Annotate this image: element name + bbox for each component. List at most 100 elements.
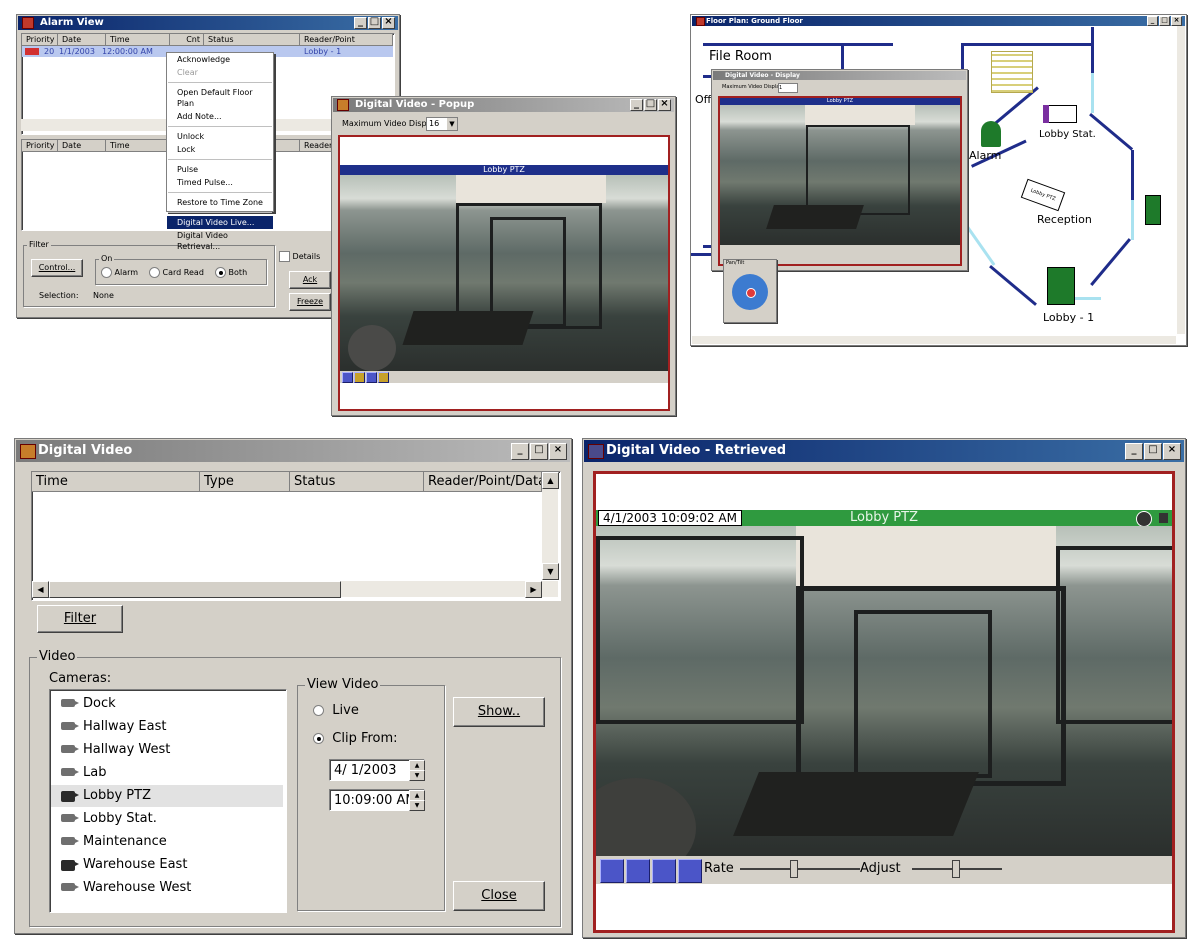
scroll-right-arrow[interactable]: ▶ bbox=[525, 581, 542, 598]
col-time[interactable]: Time bbox=[32, 472, 200, 492]
lobby-stat-camera-icon[interactable] bbox=[1045, 105, 1077, 123]
close-button[interactable]: × bbox=[382, 17, 395, 29]
col-priority-2[interactable]: Priority bbox=[22, 140, 58, 152]
inner-display-titlebar[interactable]: Digital Video - Display bbox=[713, 71, 966, 80]
details-check[interactable] bbox=[279, 251, 290, 262]
digital-video-titlebar[interactable]: Digital Video _ □ × bbox=[16, 440, 570, 462]
col-date-2[interactable]: Date bbox=[58, 140, 106, 152]
camera-list-item[interactable]: Lab bbox=[51, 762, 283, 784]
snapshot-icon[interactable] bbox=[378, 372, 389, 383]
maximize-button[interactable]: □ bbox=[644, 99, 657, 111]
popup-titlebar[interactable]: Digital Video - Popup _ □ × bbox=[333, 98, 674, 112]
alarm-view-titlebar[interactable]: Alarm View _ □ × bbox=[18, 16, 398, 30]
show-button[interactable]: Show.. bbox=[453, 697, 545, 727]
max-displays-select[interactable]: 16 ▼ bbox=[426, 117, 458, 131]
alarm-icon[interactable] bbox=[981, 121, 1001, 147]
menu-digital-video-live[interactable]: Digital Video Live... bbox=[167, 216, 273, 229]
filter-button[interactable]: Filter bbox=[37, 605, 123, 633]
control-button[interactable]: Control... bbox=[31, 259, 83, 277]
alarm-radio-dot[interactable] bbox=[101, 267, 112, 278]
menu-lock[interactable]: Lock bbox=[167, 143, 273, 156]
scroll-left-arrow[interactable]: ◀ bbox=[32, 581, 49, 598]
minimize-button[interactable]: _ bbox=[511, 443, 529, 460]
rate-slider[interactable] bbox=[740, 868, 860, 870]
maximize-button[interactable]: □ bbox=[1159, 16, 1170, 26]
col-status[interactable]: Status bbox=[290, 472, 424, 492]
col-type[interactable]: Type bbox=[200, 472, 290, 492]
close-button[interactable]: × bbox=[658, 99, 671, 111]
play-icon[interactable] bbox=[652, 859, 676, 883]
menu-clear[interactable]: Clear bbox=[167, 66, 273, 79]
adjust-slider-thumb[interactable] bbox=[952, 860, 960, 878]
details-checkbox[interactable]: Details bbox=[279, 251, 320, 262]
scroll-down-arrow[interactable]: ▼ bbox=[542, 563, 559, 580]
menu-digital-video-retrieval[interactable]: Digital Video Retrieval... bbox=[167, 229, 273, 253]
film-reel-icon[interactable] bbox=[1136, 511, 1152, 527]
menu-pulse[interactable]: Pulse bbox=[167, 163, 273, 176]
col-cnt[interactable]: Cnt bbox=[170, 34, 204, 46]
menu-restore-time-zone[interactable]: Restore to Time Zone bbox=[167, 196, 273, 209]
step-forward-icon[interactable] bbox=[626, 859, 650, 883]
camera-icon[interactable] bbox=[354, 372, 365, 383]
pause-icon[interactable] bbox=[342, 372, 353, 383]
both-radio-dot[interactable] bbox=[215, 267, 226, 278]
retrieved-titlebar[interactable]: Digital Video - Retrieved _ □ × bbox=[584, 440, 1184, 462]
close-button[interactable]: × bbox=[1171, 16, 1182, 26]
rate-slider-thumb[interactable] bbox=[790, 860, 798, 878]
alarm-radio[interactable]: Alarm bbox=[101, 267, 138, 278]
ack-button[interactable]: Ack bbox=[289, 271, 331, 289]
scroll-up-arrow[interactable]: ▲ bbox=[542, 472, 559, 489]
camera-list-item[interactable]: Hallway West bbox=[51, 739, 283, 761]
maximize-button[interactable]: □ bbox=[530, 443, 548, 460]
door-icon[interactable] bbox=[1145, 195, 1161, 225]
card-read-radio[interactable]: Card Read bbox=[149, 267, 204, 278]
col-date[interactable]: Date bbox=[58, 34, 106, 46]
close-button-dialog[interactable]: Close bbox=[453, 881, 545, 911]
camera-list-item[interactable]: Lobby PTZ bbox=[51, 785, 283, 807]
chevron-down-icon[interactable]: ▼ bbox=[447, 118, 457, 130]
col-time[interactable]: Time bbox=[106, 34, 170, 46]
floor-plan-titlebar[interactable]: Floor Plan: Ground Floor _ □ × bbox=[692, 16, 1185, 26]
hscroll-thumb[interactable] bbox=[49, 581, 341, 598]
minimize-button[interactable]: _ bbox=[1147, 16, 1158, 26]
camera-list-item[interactable]: Lobby Stat. bbox=[51, 808, 283, 830]
close-button[interactable]: × bbox=[549, 443, 567, 460]
both-radio[interactable]: Both bbox=[215, 267, 247, 278]
maximize-button[interactable]: □ bbox=[1144, 443, 1162, 460]
camera-list-item[interactable]: Warehouse West bbox=[51, 877, 283, 899]
pan-tilt-center-icon[interactable] bbox=[746, 288, 756, 298]
camera-list-item[interactable]: Maintenance bbox=[51, 831, 283, 853]
inner-max-select[interactable]: 1 bbox=[778, 83, 798, 93]
minimize-button[interactable]: _ bbox=[630, 99, 643, 111]
camera-list-item[interactable]: Warehouse East bbox=[51, 854, 283, 876]
lobby-door-icon[interactable] bbox=[1047, 267, 1075, 305]
col-status[interactable]: Status bbox=[204, 34, 300, 46]
live-radio-dot[interactable] bbox=[313, 705, 324, 716]
time-spin-down[interactable]: ▼ bbox=[409, 800, 425, 811]
menu-unlock[interactable]: Unlock bbox=[167, 130, 273, 143]
preset-icon[interactable] bbox=[366, 372, 377, 383]
freeze-button[interactable]: Freeze bbox=[289, 293, 331, 311]
floor-hscroll[interactable] bbox=[692, 336, 1176, 344]
camera-list-item[interactable]: Dock bbox=[51, 693, 283, 715]
camera-list-item[interactable]: Hallway East bbox=[51, 716, 283, 738]
lobby-ptz-camera-icon[interactable]: Lobby PTZ bbox=[1020, 178, 1066, 212]
live-radio[interactable]: Live bbox=[313, 703, 359, 718]
maximize-button[interactable]: □ bbox=[368, 17, 381, 29]
screen-icon[interactable] bbox=[1159, 513, 1168, 523]
menu-acknowledge[interactable]: Acknowledge bbox=[167, 53, 273, 66]
close-button[interactable]: × bbox=[1163, 443, 1181, 460]
date-spin-down[interactable]: ▼ bbox=[409, 770, 425, 781]
pause-icon[interactable] bbox=[600, 859, 624, 883]
clip-from-radio-dot[interactable] bbox=[313, 733, 324, 744]
col-priority[interactable]: Priority bbox=[22, 34, 58, 46]
clip-from-radio[interactable]: Clip From: bbox=[313, 731, 398, 746]
col-reader-point[interactable]: Reader/Point bbox=[300, 34, 393, 46]
menu-timed-pulse[interactable]: Timed Pulse... bbox=[167, 176, 273, 189]
menu-add-note[interactable]: Add Note... bbox=[167, 110, 273, 123]
fast-forward-icon[interactable] bbox=[678, 859, 702, 883]
menu-open-floor-plan[interactable]: Open Default Floor Plan bbox=[167, 86, 273, 110]
card-read-radio-dot[interactable] bbox=[149, 267, 160, 278]
minimize-button[interactable]: _ bbox=[354, 17, 367, 29]
minimize-button[interactable]: _ bbox=[1125, 443, 1143, 460]
